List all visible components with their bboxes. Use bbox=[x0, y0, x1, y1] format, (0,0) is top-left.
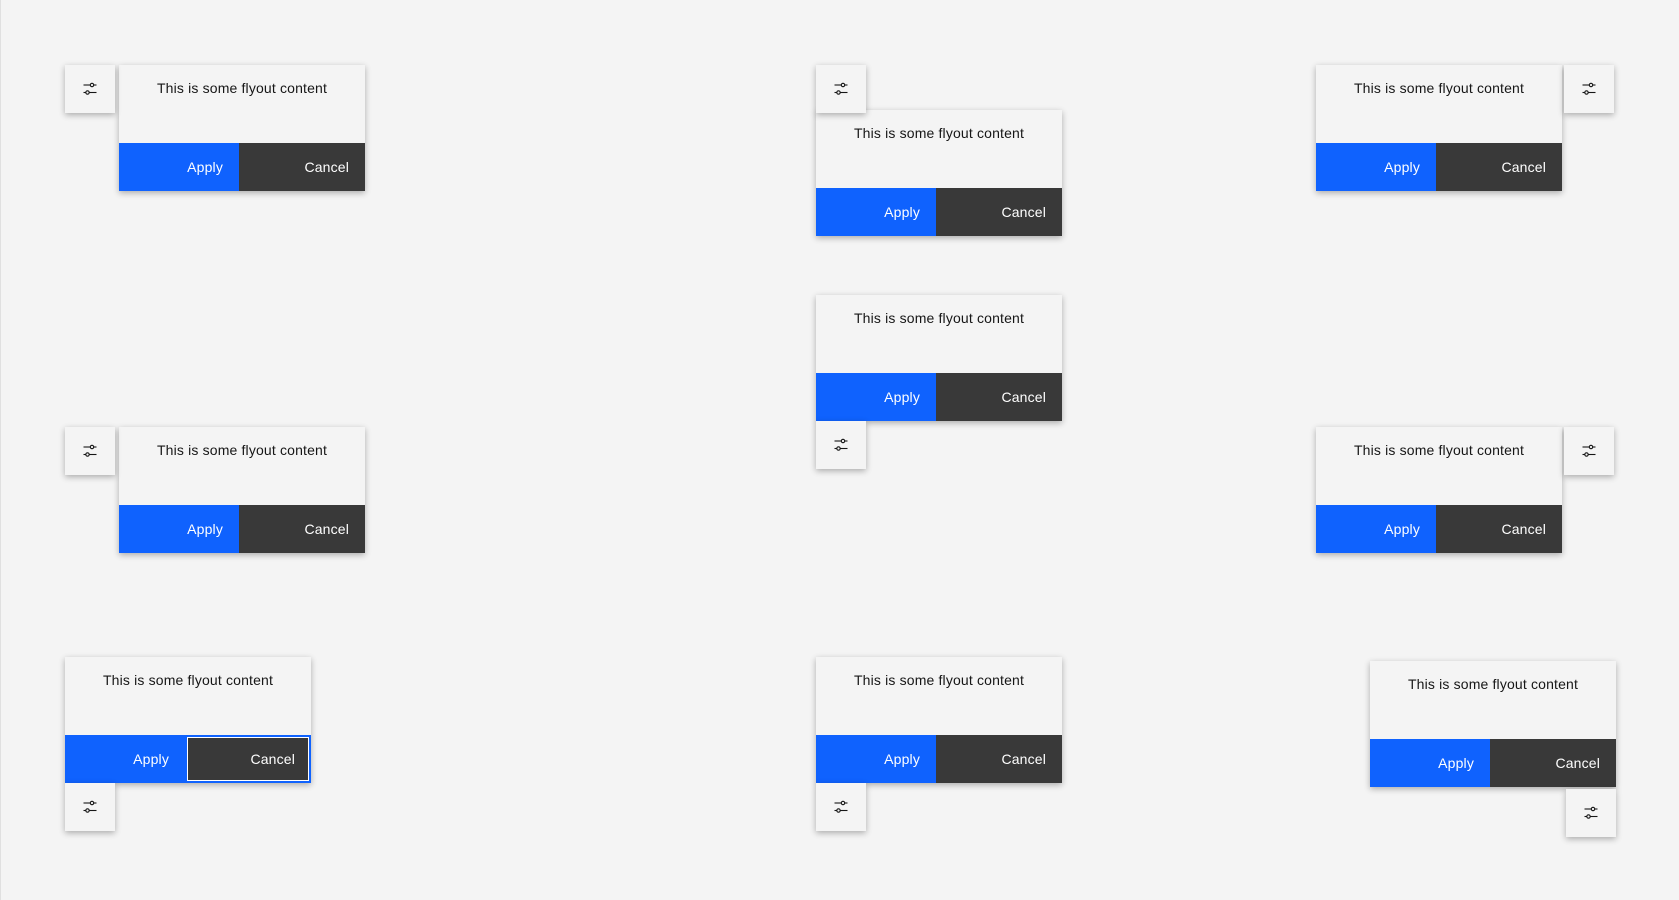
flyout-panel: This is some flyout content Apply Cancel bbox=[1316, 427, 1562, 553]
settings-adjust-icon bbox=[82, 799, 98, 815]
apply-button[interactable]: Apply bbox=[816, 373, 936, 421]
flyout-trigger-button[interactable] bbox=[1564, 427, 1614, 475]
cancel-button[interactable]: Cancel bbox=[185, 735, 311, 783]
apply-button[interactable]: Apply bbox=[119, 505, 239, 553]
settings-adjust-icon bbox=[1581, 443, 1597, 459]
page-left-border bbox=[0, 0, 1, 900]
flyout-button-row: Apply Cancel bbox=[65, 735, 311, 783]
apply-button[interactable]: Apply bbox=[65, 735, 185, 783]
flyout-panel: This is some flyout content Apply Cancel bbox=[1316, 65, 1562, 191]
flyout-button-row: Apply Cancel bbox=[816, 735, 1062, 783]
apply-button[interactable]: Apply bbox=[1370, 739, 1490, 787]
flyout-trigger-button[interactable] bbox=[65, 783, 115, 831]
flyout-trigger-button[interactable] bbox=[816, 783, 866, 831]
flyout-content-text: This is some flyout content bbox=[853, 672, 1025, 688]
settings-adjust-icon bbox=[833, 81, 849, 97]
cancel-button[interactable]: Cancel bbox=[936, 188, 1062, 236]
settings-adjust-icon bbox=[1583, 805, 1599, 821]
flyout-content-text: This is some flyout content bbox=[853, 310, 1025, 326]
flyout-button-row: Apply Cancel bbox=[119, 505, 365, 553]
flyout-content-text: This is some flyout content bbox=[1407, 676, 1579, 692]
flyout-panel: This is some flyout content Apply Cancel bbox=[816, 295, 1062, 421]
flyout-panel: This is some flyout content Apply Cancel bbox=[65, 657, 311, 783]
flyout-panel: This is some flyout content Apply Cancel bbox=[816, 110, 1062, 236]
flyout-panel: This is some flyout content Apply Cancel bbox=[1370, 661, 1616, 787]
flyout-trigger-button[interactable] bbox=[816, 421, 866, 469]
apply-button[interactable]: Apply bbox=[1316, 505, 1436, 553]
flyout-content-text: This is some flyout content bbox=[1353, 80, 1525, 96]
apply-button[interactable]: Apply bbox=[816, 735, 936, 783]
cancel-button[interactable]: Cancel bbox=[239, 143, 365, 191]
settings-adjust-icon bbox=[82, 443, 98, 459]
cancel-button[interactable]: Cancel bbox=[936, 373, 1062, 421]
settings-adjust-icon bbox=[833, 799, 849, 815]
flyout-button-row: Apply Cancel bbox=[1370, 739, 1616, 787]
cancel-button[interactable]: Cancel bbox=[1490, 739, 1616, 787]
cancel-button[interactable]: Cancel bbox=[239, 505, 365, 553]
flyout-panel: This is some flyout content Apply Cancel bbox=[119, 65, 365, 191]
flyout-content-text: This is some flyout content bbox=[156, 442, 328, 458]
flyout-button-row: Apply Cancel bbox=[119, 143, 365, 191]
flyout-content-text: This is some flyout content bbox=[1353, 442, 1525, 458]
settings-adjust-icon bbox=[833, 437, 849, 453]
settings-adjust-icon bbox=[1581, 81, 1597, 97]
cancel-button[interactable]: Cancel bbox=[1436, 505, 1562, 553]
flyout-button-row: Apply Cancel bbox=[816, 373, 1062, 421]
cancel-button[interactable]: Cancel bbox=[1436, 143, 1562, 191]
flyout-trigger-button[interactable] bbox=[65, 427, 115, 475]
flyout-content-text: This is some flyout content bbox=[102, 672, 274, 688]
apply-button[interactable]: Apply bbox=[119, 143, 239, 191]
cancel-button[interactable]: Cancel bbox=[936, 735, 1062, 783]
flyout-content-text: This is some flyout content bbox=[156, 80, 328, 96]
flyout-panel: This is some flyout content Apply Cancel bbox=[816, 657, 1062, 783]
settings-adjust-icon bbox=[82, 81, 98, 97]
apply-button[interactable]: Apply bbox=[1316, 143, 1436, 191]
flyout-button-row: Apply Cancel bbox=[1316, 505, 1562, 553]
flyout-trigger-button[interactable] bbox=[65, 65, 115, 113]
flyout-panel: This is some flyout content Apply Cancel bbox=[119, 427, 365, 553]
apply-button[interactable]: Apply bbox=[816, 188, 936, 236]
flyout-content-text: This is some flyout content bbox=[853, 125, 1025, 141]
flyout-trigger-button[interactable] bbox=[1566, 789, 1616, 837]
flyout-trigger-button[interactable] bbox=[1564, 65, 1614, 113]
flyout-button-row: Apply Cancel bbox=[816, 188, 1062, 236]
flyout-button-row: Apply Cancel bbox=[1316, 143, 1562, 191]
flyout-trigger-button[interactable] bbox=[816, 65, 866, 113]
